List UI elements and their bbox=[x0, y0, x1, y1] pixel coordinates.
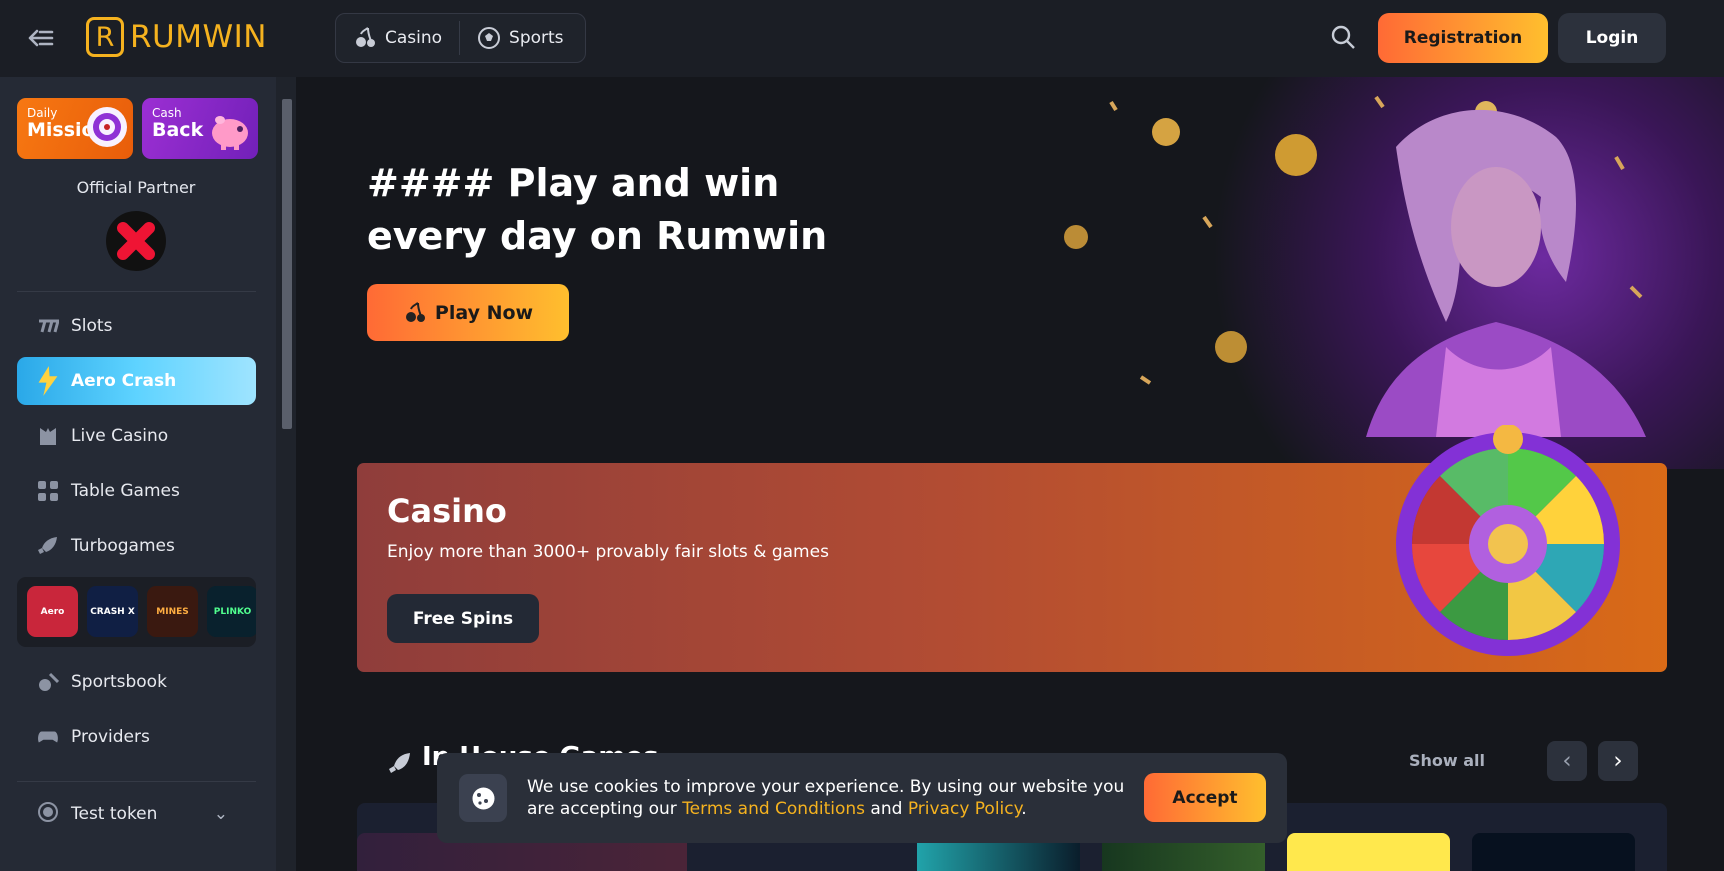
logo-text: RUMWIN bbox=[130, 19, 267, 55]
sidebar-item-sportsbook[interactable]: Sportsbook bbox=[17, 658, 256, 706]
sports-icon bbox=[37, 671, 59, 693]
fortune-wheel-illustration bbox=[1396, 425, 1620, 656]
sidebar-item-turbogames[interactable]: Turbogames bbox=[17, 522, 256, 570]
top-navigation: R RUMWIN Casino Sports Registration Logi… bbox=[0, 0, 1724, 77]
soccer-ball-icon bbox=[478, 27, 501, 49]
hero-title: #### Play and win every day on Rumwin bbox=[367, 161, 828, 258]
main-tabs: Casino Sports bbox=[335, 13, 586, 63]
sidebar-item-label: Aero Crash bbox=[71, 371, 177, 391]
sidebar-item-label: Table Games bbox=[71, 481, 180, 501]
target-icon bbox=[87, 107, 127, 147]
cherry-icon bbox=[356, 27, 375, 47]
tab-casino-label: Casino bbox=[385, 28, 443, 48]
login-button[interactable]: Login bbox=[1558, 13, 1666, 63]
hero-banner: #### Play and win every day on Rumwin Pl… bbox=[296, 77, 1724, 469]
dealer-icon bbox=[37, 425, 59, 447]
sidebar-divider bbox=[17, 781, 256, 782]
play-now-button[interactable]: Play Now bbox=[367, 284, 569, 341]
sidebar-scrollbar-thumb[interactable] bbox=[282, 99, 292, 429]
rocket-icon bbox=[388, 751, 412, 779]
cookie-consent-banner: We use cookies to improve your experienc… bbox=[437, 753, 1287, 843]
casino-title: Casino bbox=[387, 492, 507, 530]
rocket-icon bbox=[37, 535, 59, 557]
test-token-selector[interactable]: Test token ⌄ bbox=[17, 790, 256, 838]
logo-mark: R bbox=[86, 17, 124, 57]
test-token-label: Test token bbox=[71, 804, 158, 824]
sidebar-item-label: Sportsbook bbox=[71, 672, 167, 692]
partner-logo[interactable] bbox=[106, 211, 166, 271]
cherry-icon bbox=[405, 301, 425, 322]
cash-back-promo[interactable]: Cash Back bbox=[142, 98, 258, 159]
chevron-down-icon: ⌄ bbox=[213, 804, 228, 824]
sidebar-item-aero-crash[interactable]: Aero Crash bbox=[17, 357, 256, 405]
sidebar-item-label: Live Casino bbox=[71, 426, 169, 446]
hero-character-illustration bbox=[1064, 95, 1646, 437]
registration-button[interactable]: Registration bbox=[1378, 13, 1548, 63]
aero-game-tile[interactable]: Aero bbox=[27, 586, 78, 637]
cookie-message: We use cookies to improve your experienc… bbox=[527, 776, 1147, 820]
sevens-icon bbox=[37, 315, 59, 337]
main-content: #### Play and win every day on Rumwin Pl… bbox=[296, 77, 1724, 871]
privacy-link[interactable]: Privacy Policy bbox=[908, 799, 1021, 819]
cookie-text-end: . bbox=[1021, 799, 1027, 819]
tab-casino[interactable]: Casino bbox=[336, 14, 459, 62]
sidebar: Daily Mission Cash Back Official Partner… bbox=[0, 77, 276, 871]
search-icon[interactable] bbox=[1329, 23, 1357, 51]
official-partner-label: Official Partner bbox=[76, 178, 196, 197]
sidebar-divider bbox=[17, 291, 256, 292]
collapse-menu-icon[interactable] bbox=[26, 24, 56, 52]
free-spins-button[interactable]: Free Spins bbox=[387, 594, 539, 643]
sidebar-item-label: Providers bbox=[71, 727, 150, 747]
terms-link[interactable]: Terms and Conditions bbox=[682, 799, 865, 819]
sidebar-item-slots[interactable]: Slots bbox=[17, 302, 256, 350]
game-card[interactable] bbox=[1472, 833, 1635, 871]
mines-game-tile[interactable]: MINES bbox=[147, 586, 198, 637]
cookie-icon bbox=[459, 774, 507, 822]
lightning-icon bbox=[37, 366, 59, 396]
sidebar-item-live-casino[interactable]: Live Casino bbox=[17, 412, 256, 460]
play-now-label: Play Now bbox=[434, 301, 534, 324]
dice-icon bbox=[37, 480, 59, 502]
plinko-game-tile[interactable]: PLINKO bbox=[207, 586, 256, 637]
next-arrow-button[interactable]: › bbox=[1598, 741, 1638, 781]
piggy-bank-icon bbox=[212, 116, 248, 150]
tab-sports-label: Sports bbox=[509, 28, 564, 48]
token-icon bbox=[37, 801, 59, 828]
gamepad-icon bbox=[37, 726, 59, 748]
cookie-text-middle: and bbox=[865, 799, 908, 819]
daily-mission-promo[interactable]: Daily Mission bbox=[17, 98, 133, 159]
game-card[interactable] bbox=[1287, 833, 1450, 871]
casino-subtitle: Enjoy more than 3000+ provably fair slot… bbox=[387, 542, 829, 562]
crash-x-game-tile[interactable]: CRASH X bbox=[87, 586, 138, 637]
sidebar-item-label: Turbogames bbox=[71, 536, 175, 556]
tab-sports[interactable]: Sports bbox=[460, 14, 581, 62]
sidebar-item-providers[interactable]: Providers bbox=[17, 713, 256, 761]
show-all-link[interactable]: Show all bbox=[1409, 751, 1485, 770]
previous-arrow-button[interactable]: ‹ bbox=[1547, 741, 1587, 781]
featured-games-strip: Aero CRASH X MINES PLINKO bbox=[17, 577, 256, 647]
rumwin-logo[interactable]: R RUMWIN bbox=[86, 17, 267, 57]
accept-cookies-button[interactable]: Accept bbox=[1144, 773, 1266, 822]
sidebar-item-table-games[interactable]: Table Games bbox=[17, 467, 256, 515]
sidebar-item-label: Slots bbox=[71, 316, 113, 336]
